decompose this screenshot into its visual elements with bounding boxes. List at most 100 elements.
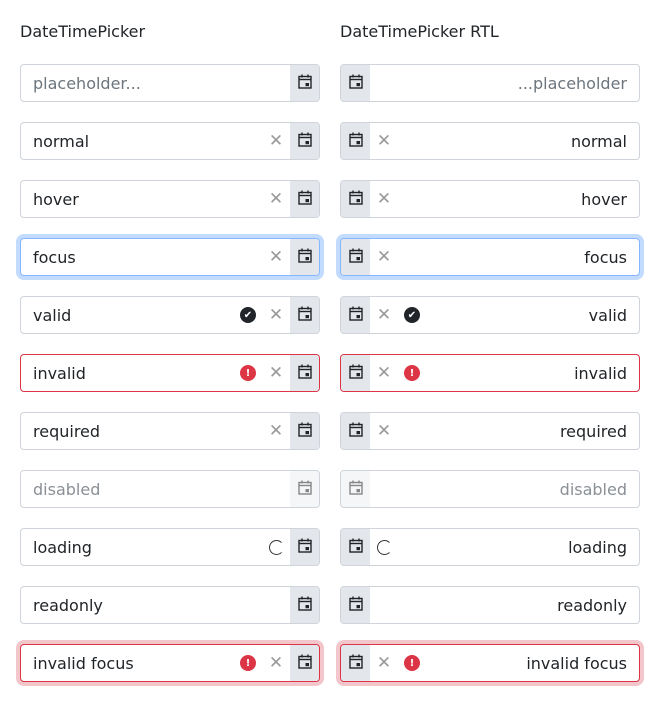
date-input-value[interactable]: disabled <box>21 480 290 499</box>
clear-icon[interactable]: ✕ <box>262 645 290 681</box>
calendar-button[interactable] <box>290 355 319 391</box>
calendar-button[interactable] <box>341 587 370 623</box>
clear-icon[interactable]: ✕ <box>262 297 290 333</box>
date-input-placeholder[interactable]: ...placeholder <box>370 74 639 93</box>
datetimepicker-disabled[interactable]: disabled <box>20 470 320 508</box>
calendar-button[interactable] <box>341 413 370 449</box>
date-input-value[interactable]: loading <box>21 538 262 557</box>
clear-icon[interactable]: ✕ <box>262 413 290 449</box>
calendar-button[interactable] <box>341 645 370 681</box>
calendar-icon <box>297 132 312 151</box>
calendar-button[interactable] <box>341 239 370 275</box>
date-input-value[interactable]: valid <box>21 306 234 325</box>
datetimepicker-valid[interactable]: valid ✔ ✕ <box>20 296 320 334</box>
datetimepicker-focus[interactable]: focus ✕ <box>20 238 320 276</box>
datetimepicker-invalidfocus[interactable]: invalid focus! ✕ <box>20 644 320 682</box>
calendar-icon <box>348 190 363 209</box>
date-input-value[interactable]: disabled <box>370 480 639 499</box>
calendar-button[interactable] <box>290 587 319 623</box>
calendar-icon <box>297 306 312 325</box>
datetimepicker-normal[interactable]: normal ✕ <box>340 122 640 160</box>
datetimepicker-valid[interactable]: valid ✔ ✕ <box>340 296 640 334</box>
datetimepicker-loading[interactable]: loading <box>340 528 640 566</box>
loading-spinner-icon <box>370 529 398 565</box>
date-input-value[interactable]: hover <box>21 190 262 209</box>
datetimepicker-placeholder[interactable]: placeholder... <box>20 64 320 102</box>
datetimepicker-hover[interactable]: hover ✕ <box>340 180 640 218</box>
clear-icon[interactable]: ✕ <box>370 355 398 391</box>
calendar-icon <box>348 132 363 151</box>
datetimepicker-readonly[interactable]: readonly <box>340 586 640 624</box>
calendar-button[interactable] <box>341 65 370 101</box>
calendar-button[interactable] <box>290 239 319 275</box>
check-circle-icon: ✔ <box>234 297 262 333</box>
calendar-icon <box>348 306 363 325</box>
clear-icon[interactable]: ✕ <box>370 239 398 275</box>
datetimepicker-placeholder[interactable]: ...placeholder <box>340 64 640 102</box>
calendar-button[interactable] <box>290 645 319 681</box>
date-input-value[interactable]: focus <box>21 248 262 267</box>
calendar-button[interactable] <box>341 297 370 333</box>
date-input-value[interactable]: invalid <box>426 364 639 383</box>
calendar-button[interactable] <box>290 65 319 101</box>
calendar-button[interactable] <box>341 123 370 159</box>
column-title: DateTimePicker <box>20 22 146 41</box>
date-input-value[interactable]: readonly <box>370 596 639 615</box>
datetimepicker-focus[interactable]: focus ✕ <box>340 238 640 276</box>
date-input-value[interactable]: readonly <box>21 596 290 615</box>
date-input-value[interactable]: valid <box>426 306 639 325</box>
clear-icon[interactable]: ✕ <box>370 645 398 681</box>
calendar-button[interactable] <box>290 529 319 565</box>
date-input-value[interactable]: loading <box>398 538 639 557</box>
calendar-icon <box>297 654 312 673</box>
datetimepicker-required[interactable]: required ✕ <box>340 412 640 450</box>
calendar-button[interactable] <box>341 181 370 217</box>
date-input-value[interactable]: invalid focus <box>426 654 639 673</box>
date-input-value[interactable]: hover <box>398 190 639 209</box>
clear-icon[interactable]: ✕ <box>262 181 290 217</box>
calendar-icon <box>348 364 363 383</box>
check-circle-icon: ✔ <box>398 297 426 333</box>
calendar-button[interactable] <box>290 123 319 159</box>
datetimepicker-required[interactable]: required ✕ <box>20 412 320 450</box>
datetimepicker-invalidfocus[interactable]: invalid focus! ✕ <box>340 644 640 682</box>
date-input-value[interactable]: focus <box>398 248 639 267</box>
calendar-button[interactable] <box>290 181 319 217</box>
calendar-button[interactable] <box>341 529 370 565</box>
calendar-icon <box>348 596 363 615</box>
clear-icon[interactable]: ✕ <box>370 123 398 159</box>
date-input-value[interactable]: invalid <box>21 364 234 383</box>
error-circle-icon: ! <box>398 645 426 681</box>
clear-icon[interactable]: ✕ <box>262 355 290 391</box>
clear-icon[interactable]: ✕ <box>262 123 290 159</box>
calendar-button[interactable] <box>341 471 370 507</box>
date-input-value[interactable]: normal <box>398 132 639 151</box>
datetimepicker-hover[interactable]: hover ✕ <box>20 180 320 218</box>
calendar-icon <box>348 538 363 557</box>
date-input-value[interactable]: required <box>398 422 639 441</box>
datetimepicker-loading[interactable]: loading <box>20 528 320 566</box>
error-circle-icon: ! <box>398 355 426 391</box>
date-input-value[interactable]: required <box>21 422 262 441</box>
date-input-value[interactable]: invalid focus <box>21 654 234 673</box>
datetimepicker-invalid[interactable]: invalid! ✕ <box>20 354 320 392</box>
clear-icon[interactable]: ✕ <box>370 181 398 217</box>
calendar-button[interactable] <box>290 297 319 333</box>
date-input-value[interactable]: normal <box>21 132 262 151</box>
date-input-placeholder[interactable]: placeholder... <box>21 74 290 93</box>
clear-icon[interactable]: ✕ <box>370 297 398 333</box>
error-circle-icon: ! <box>234 645 262 681</box>
calendar-icon <box>297 74 312 93</box>
datetimepicker-readonly[interactable]: readonly <box>20 586 320 624</box>
loading-spinner-icon <box>262 529 290 565</box>
datetimepicker-disabled[interactable]: disabled <box>340 470 640 508</box>
calendar-icon <box>348 480 363 499</box>
calendar-button[interactable] <box>290 471 319 507</box>
calendar-icon <box>297 596 312 615</box>
clear-icon[interactable]: ✕ <box>370 413 398 449</box>
calendar-button[interactable] <box>341 355 370 391</box>
clear-icon[interactable]: ✕ <box>262 239 290 275</box>
datetimepicker-invalid[interactable]: invalid! ✕ <box>340 354 640 392</box>
calendar-button[interactable] <box>290 413 319 449</box>
datetimepicker-normal[interactable]: normal ✕ <box>20 122 320 160</box>
